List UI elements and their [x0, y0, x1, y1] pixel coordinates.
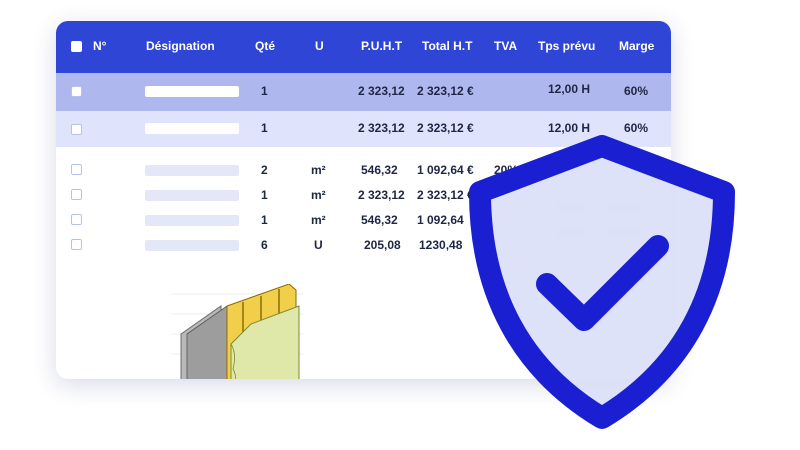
row-unit: m²	[311, 163, 326, 177]
row-unit: m²	[311, 188, 326, 202]
row-quantity: 2	[261, 163, 268, 177]
row-unit-price: 205,08	[364, 238, 401, 252]
shield-check-icon	[469, 135, 735, 429]
designation-placeholder	[145, 86, 239, 97]
row-checkbox[interactable]	[71, 239, 82, 250]
row-quantity: 6	[261, 238, 268, 252]
designation-placeholder	[145, 215, 239, 226]
header-margin[interactable]: Marge	[619, 39, 654, 53]
row-unit: m²	[311, 213, 326, 227]
row-checkbox[interactable]	[71, 189, 82, 200]
row-planned-time: 12,00 H	[548, 82, 591, 96]
row-margin: 60%	[624, 121, 649, 135]
header-tva[interactable]: TVA	[494, 39, 517, 53]
table-header: N° Désignation Qté U P.U.H.T Total H.T T…	[56, 21, 671, 73]
designation-placeholder	[145, 165, 239, 176]
header-quantity[interactable]: Qté	[255, 39, 275, 53]
header-total[interactable]: Total H.T	[422, 39, 472, 53]
row-quantity: 1	[261, 213, 268, 227]
row-unit-price: 2 323,12	[358, 188, 405, 202]
header-unit[interactable]: U	[315, 39, 324, 53]
row-unit-price: 2 323,12	[358, 121, 405, 135]
row-quantity: 1	[261, 84, 268, 98]
row-checkbox[interactable]	[71, 124, 82, 135]
designation-placeholder	[145, 123, 239, 134]
row-total: 2 323,12 €	[417, 121, 474, 135]
select-all-checkbox[interactable]	[71, 41, 82, 52]
row-checkbox[interactable]	[71, 86, 82, 97]
row-quantity: 1	[261, 188, 268, 202]
row-unit: U	[314, 238, 323, 252]
row-total: 1 092,64	[417, 213, 464, 227]
table-row-selected[interactable]: 1 2 323,12 2 323,12 € 12,00 H 60%	[56, 73, 671, 111]
row-unit-price: 2 323,12	[358, 84, 405, 98]
row-total: 2 323,12 €	[417, 84, 474, 98]
designation-placeholder	[145, 240, 239, 251]
row-checkbox[interactable]	[71, 214, 82, 225]
row-quantity: 1	[261, 121, 268, 135]
row-total: 1230,48	[419, 238, 463, 252]
row-margin: 60%	[624, 84, 649, 98]
wall-insulation-illustration	[171, 284, 303, 379]
header-unit-price[interactable]: P.U.H.T	[361, 39, 402, 53]
header-designation[interactable]: Désignation	[146, 39, 215, 53]
row-checkbox[interactable]	[71, 164, 82, 175]
header-planned-time[interactable]: Tps prévu	[538, 39, 595, 53]
row-unit-price: 546,32	[361, 163, 398, 177]
designation-placeholder	[145, 190, 239, 201]
row-unit-price: 546,32	[361, 213, 398, 227]
row-planned-time: 12,00 H	[548, 121, 591, 135]
header-number[interactable]: N°	[93, 39, 106, 53]
